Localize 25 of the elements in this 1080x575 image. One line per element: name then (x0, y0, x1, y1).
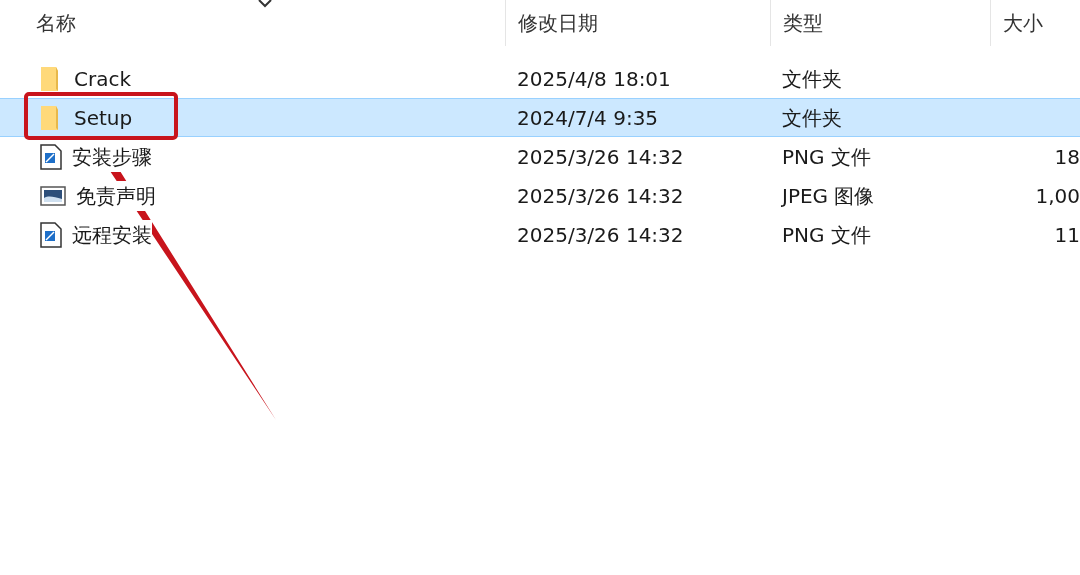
modified-date: 2024/7/4 9:35 (516, 104, 660, 132)
file-name: Setup (74, 104, 133, 132)
modified-date: 2025/3/26 14:32 (516, 182, 685, 210)
file-row[interactable]: 远程安装 2025/3/26 14:32 PNG 文件 11 (0, 215, 1080, 254)
modified-date: 2025/3/26 14:32 (516, 143, 685, 171)
file-row[interactable]: Setup 2024/7/4 9:35 文件夹 (0, 98, 1080, 137)
modified-date: 2025/3/26 14:32 (516, 221, 685, 249)
column-header[interactable]: 修改日期 (505, 0, 770, 46)
file-name: 安装步骤 (72, 141, 152, 172)
file-row[interactable]: 安装步骤 2025/3/26 14:32 PNG 文件 18 (0, 137, 1080, 176)
file-row[interactable]: Crack 2025/4/8 18:01 文件夹 (0, 59, 1080, 98)
column-header[interactable]: 类型 (770, 0, 990, 46)
file-type: PNG 文件 (781, 221, 872, 249)
file-row[interactable]: 免责声明 2025/3/26 14:32 JPEG 图像 1,00 (0, 176, 1080, 215)
column-header[interactable]: 大小 (990, 0, 1080, 46)
file-type: JPEG 图像 (780, 182, 876, 210)
file-size: 18 (1054, 143, 1080, 171)
file-size: 11 (1054, 221, 1080, 249)
file-type: 文件夹 (781, 104, 843, 132)
column-header[interactable]: 名称 (0, 0, 505, 46)
file-type: PNG 文件 (781, 143, 872, 171)
modified-date: 2025/4/8 18:01 (516, 65, 672, 93)
file-type: 文件夹 (781, 65, 843, 93)
file-size: 1,00 (1035, 182, 1080, 210)
file-name: 免责声明 (76, 180, 156, 211)
